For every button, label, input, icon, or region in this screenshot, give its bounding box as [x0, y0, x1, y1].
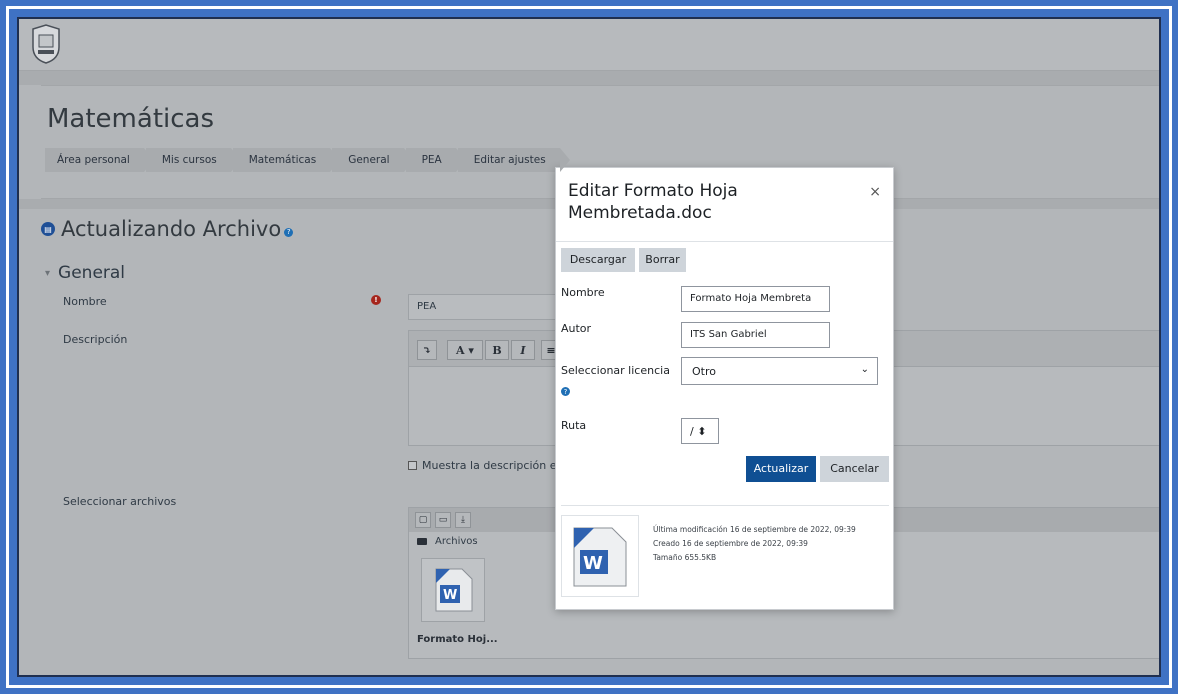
course-title: Matemáticas — [47, 104, 215, 134]
file-preview: W — [561, 515, 639, 597]
section-general[interactable]: ▾ General — [45, 263, 125, 283]
folder-icon — [417, 538, 427, 545]
delete-button[interactable]: Borrar — [639, 248, 686, 272]
section-title: General — [58, 263, 126, 283]
dialog-autor-label: Autor — [561, 322, 592, 335]
italic-button[interactable]: I — [511, 340, 535, 360]
file-thumbnail[interactable]: W — [421, 558, 485, 622]
font-style-button[interactable]: A ▾ — [447, 340, 483, 360]
word-document-icon: W — [435, 568, 473, 612]
download-button[interactable]: Descargar — [561, 248, 635, 272]
folder-path-label: Archivos — [435, 536, 478, 547]
page-heading: ▤ Actualizando Archivo ? — [41, 217, 294, 241]
breadcrumb-item-general[interactable]: General — [332, 148, 415, 172]
update-button[interactable]: Actualizar — [746, 456, 816, 482]
edit-file-dialog: Editar Formato Hoja Membretada.doc × Des… — [555, 167, 894, 610]
license-selected-value: Otro — [692, 365, 716, 378]
file-name[interactable]: Formato Hoj... — [417, 634, 498, 645]
nombre-label: Nombre — [63, 295, 107, 308]
add-file-icon[interactable]: ▢ — [415, 512, 431, 528]
close-icon[interactable]: × — [869, 184, 881, 200]
chevron-down-icon: ⌄ — [860, 364, 869, 375]
size-info: Tamaño 655.5KB — [653, 553, 717, 562]
help-icon[interactable]: ? — [284, 227, 294, 237]
cancel-button[interactable]: Cancelar — [820, 456, 889, 482]
breadcrumb-item-area-personal[interactable]: Área personal — [45, 148, 154, 172]
breadcrumb-item-editar-ajustes[interactable]: Editar ajustes — [457, 148, 570, 172]
dialog-nombre-input[interactable]: Formato Hoja Membreta — [681, 286, 830, 312]
expand-toolbar-button[interactable]: ⤵ — [417, 340, 437, 360]
navbar-divider — [19, 71, 1159, 85]
show-description-label: Muestra la descripción e — [422, 459, 557, 472]
institution-logo[interactable] — [29, 23, 63, 65]
dialog-divider — [556, 241, 893, 242]
dialog-title: Editar Formato Hoja Membretada.doc — [568, 181, 738, 223]
download-icon[interactable]: ⤓ — [455, 512, 471, 528]
breadcrumb: Área personal Mis cursos Matemáticas Gen… — [45, 148, 570, 172]
breadcrumb-item-mis-cursos[interactable]: Mis cursos — [145, 148, 241, 172]
word-document-icon: W — [573, 527, 627, 587]
license-help-icon[interactable]: ? — [561, 387, 570, 396]
dialog-autor-input[interactable]: ITS San Gabriel — [681, 322, 830, 348]
folder-path[interactable]: Archivos — [417, 536, 478, 547]
required-icon: ! — [371, 295, 381, 305]
svg-text:W: W — [443, 588, 457, 603]
select-files-label: Seleccionar archivos — [63, 495, 177, 508]
file-resource-icon: ▤ — [41, 222, 55, 236]
chevron-down-icon: ▾ — [45, 267, 51, 279]
breadcrumb-item-matematicas[interactable]: Matemáticas — [232, 148, 341, 172]
show-description-option[interactable]: Muestra la descripción e — [408, 459, 557, 472]
app-window: Matemáticas Área personal Mis cursos Mat… — [17, 17, 1161, 677]
bold-button[interactable]: B — [485, 340, 509, 360]
create-folder-icon[interactable]: ▭ — [435, 512, 451, 528]
dialog-nombre-label: Nombre — [561, 286, 605, 299]
dialog-license-label: Seleccionar licencia — [561, 364, 670, 377]
top-navbar — [19, 19, 1159, 71]
dialog-path-label: Ruta — [561, 419, 587, 432]
page-title: Actualizando Archivo — [61, 217, 282, 241]
dialog-divider-bottom — [561, 505, 889, 506]
license-select[interactable]: Otro ⌄ — [681, 357, 878, 385]
descripcion-label: Descripción — [63, 333, 128, 346]
show-description-checkbox[interactable] — [408, 461, 417, 470]
svg-text:W: W — [583, 553, 603, 574]
created-info: Creado 16 de septiembre de 2022, 09:39 — [653, 539, 808, 548]
path-select[interactable]: / ⬍ — [681, 418, 719, 444]
last-modified-info: Última modificación 16 de septiembre de … — [653, 525, 856, 534]
